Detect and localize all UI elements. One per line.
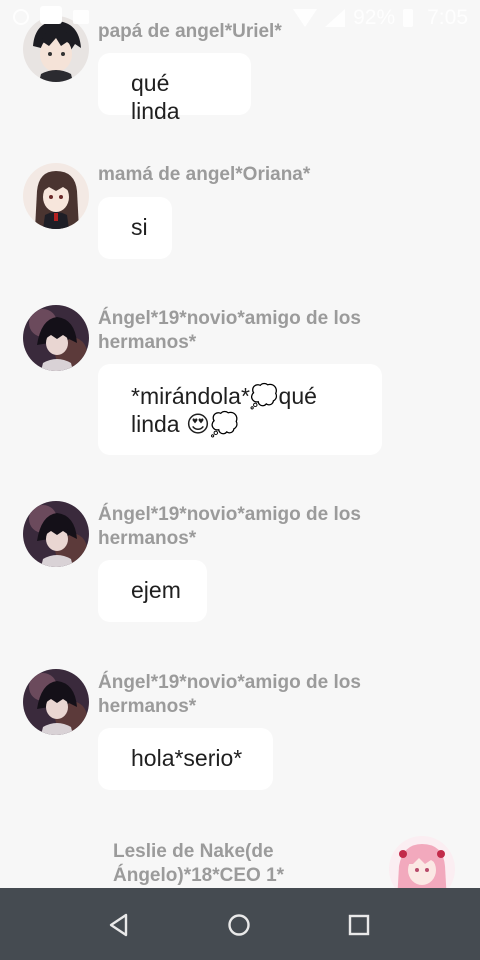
message-bubble[interactable]: hola*serio*: [98, 728, 273, 790]
battery-percent: 92%: [353, 6, 396, 29]
message-author[interactable]: Ángel*19*novio*amigo de los hermanos*: [98, 671, 398, 719]
wifi-icon: [293, 9, 318, 27]
message-author[interactable]: mamá de angel*Oriana*: [98, 163, 398, 187]
message-bubble[interactable]: *mirándola*💭qué linda 😍💭: [98, 364, 382, 455]
message-author[interactable]: Ángel*19*novio*amigo de los hermanos*: [98, 503, 398, 551]
message-author[interactable]: Leslie de Nake(de Ángelo)*18*CEO 1*: [113, 840, 373, 888]
square-icon: [40, 6, 62, 24]
home-icon[interactable]: [224, 910, 254, 940]
clock: 7:05: [427, 6, 468, 29]
angel-avatar[interactable]: [23, 501, 89, 567]
angel-avatar[interactable]: [23, 305, 89, 371]
image-icon: [72, 6, 90, 24]
chat-thread[interactable]: papá de angel*Uriel* qué linda mamá de a…: [0, 0, 480, 888]
message-bubble[interactable]: ejem: [98, 560, 207, 622]
pink-hair-avatar[interactable]: [389, 836, 455, 888]
message-bubble[interactable]: qué linda: [98, 53, 251, 124]
back-icon[interactable]: [104, 910, 134, 940]
status-bar: 92% 7:05: [0, 0, 480, 34]
angel-avatar[interactable]: [23, 669, 89, 735]
message-bubble[interactable]: si: [98, 197, 172, 259]
battery-icon: [403, 9, 414, 27]
signal-icon: [325, 9, 346, 27]
notification-icon: [12, 6, 30, 25]
message-author[interactable]: Ángel*19*novio*amigo de los hermanos*: [98, 307, 398, 355]
recents-icon[interactable]: [344, 910, 374, 940]
navigation-bar: [0, 888, 480, 960]
girl-avatar[interactable]: [23, 163, 89, 229]
